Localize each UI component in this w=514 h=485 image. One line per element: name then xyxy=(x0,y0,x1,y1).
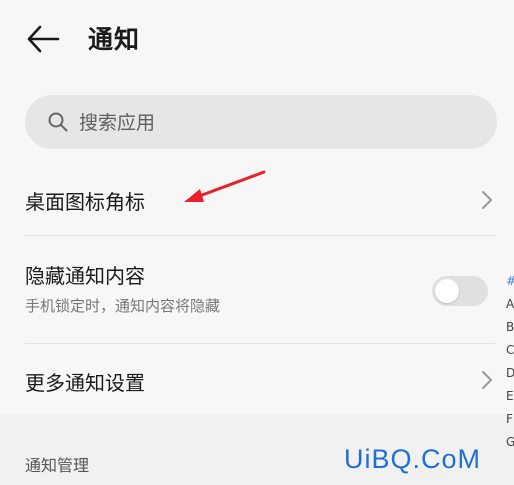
hide-content-toggle[interactable] xyxy=(432,276,488,306)
page-title: 通知 xyxy=(88,25,141,54)
alphabet-index[interactable]: # A B C D E F G xyxy=(506,270,514,454)
index-letter[interactable]: C xyxy=(506,339,514,362)
index-letter[interactable]: F xyxy=(506,408,514,431)
search-icon xyxy=(48,112,68,132)
toggle-knob xyxy=(435,279,459,303)
hide-content-label: 隐藏通知内容 xyxy=(25,264,145,288)
back-arrow-icon[interactable] xyxy=(26,24,60,54)
chevron-right-icon xyxy=(482,191,492,209)
index-letter[interactable]: A xyxy=(506,293,514,316)
index-letter[interactable]: D xyxy=(506,362,514,385)
section-title-notification-management: 通知管理 xyxy=(25,456,90,475)
search-input[interactable] xyxy=(77,105,481,141)
divider xyxy=(25,235,495,236)
watermark: UiBQ.CoM xyxy=(344,444,482,474)
divider xyxy=(25,343,495,344)
index-letter[interactable]: E xyxy=(506,385,514,408)
hide-content-description: 手机锁定时，通知内容将隐藏 xyxy=(25,297,221,315)
index-letter[interactable]: B xyxy=(506,316,514,339)
more-settings-row[interactable]: 更多通知设置 xyxy=(0,355,514,410)
index-letter[interactable]: G xyxy=(506,431,514,454)
search-bar[interactable] xyxy=(25,95,497,149)
annotation-arrow xyxy=(184,170,266,202)
chevron-right-icon xyxy=(482,371,492,389)
badge-setting-label: 桌面图标角标 xyxy=(25,190,145,214)
header: 通知 xyxy=(0,0,514,80)
more-settings-label: 更多通知设置 xyxy=(25,371,145,395)
index-letter[interactable]: # xyxy=(506,270,514,293)
